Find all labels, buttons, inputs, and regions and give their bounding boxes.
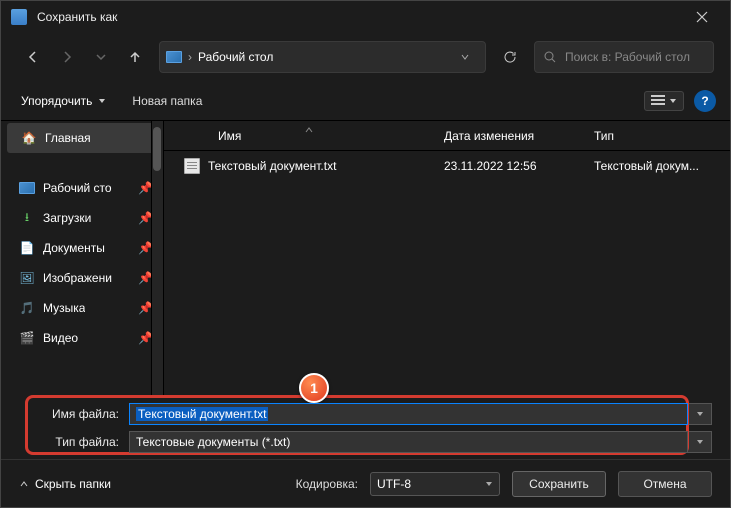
titlebar: Сохранить как [1,1,730,33]
forward-button[interactable] [51,41,83,73]
document-icon: 📄 [19,240,35,256]
sidebar-item-desktop[interactable]: Рабочий сто📌 [1,173,163,203]
filename-input[interactable]: Текстовый документ.txt [129,403,688,425]
chevron-down-icon [669,97,677,105]
view-button[interactable] [644,91,684,111]
search-input[interactable]: Поиск в: Рабочий стол [534,41,714,73]
sidebar-scrollbar[interactable] [151,121,163,397]
sidebar-item-documents[interactable]: 📄Документы📌 [1,233,163,263]
column-headers: Имя Дата изменения Тип [164,121,730,151]
bottom-panel: 1 Имя файла: Текстовый документ.txt Тип … [1,397,730,507]
content-area: 🏠 Главная Рабочий сто📌 ⭳Загрузки📌 📄Докум… [1,121,730,397]
music-icon: 🎵 [19,300,35,316]
file-list: Имя Дата изменения Тип Текстовый докумен… [164,121,730,397]
filename-label: Имя файла: [31,407,129,421]
close-button[interactable] [682,3,722,31]
sidebar-item-downloads[interactable]: ⭳Загрузки📌 [1,203,163,233]
column-name[interactable]: Имя [184,129,444,143]
column-type[interactable]: Тип [594,129,730,143]
list-icon [651,95,665,107]
path-segment[interactable]: Рабочий стол [198,50,273,64]
sidebar-item-pictures[interactable]: 🖼Изображени📌 [1,263,163,293]
new-folder-button[interactable]: Новая папка [126,90,208,112]
file-row[interactable]: Текстовый документ.txt 23.11.2022 12:56 … [164,151,730,181]
nav-row: › Рабочий стол Поиск в: Рабочий стол [1,33,730,81]
desktop-icon [166,51,182,63]
save-as-dialog: Сохранить как › Рабочий стол Поиск в: Ра… [0,0,731,508]
cancel-button[interactable]: Отмена [618,471,712,497]
sidebar-item-videos[interactable]: 🎬Видео📌 [1,323,163,353]
chevron-right-icon: › [188,50,192,64]
window-title: Сохранить как [37,10,117,24]
refresh-button[interactable] [494,41,526,73]
txt-file-icon [184,158,200,174]
recent-button[interactable] [85,41,117,73]
filetype-dropdown[interactable] [688,431,712,453]
column-date[interactable]: Дата изменения [444,129,594,143]
encoding-label: Кодировка: [296,477,358,491]
filename-dropdown[interactable] [688,403,712,425]
chevron-down-icon [485,480,493,488]
sidebar-item-music[interactable]: 🎵Музыка📌 [1,293,163,323]
search-icon [543,50,557,64]
help-button[interactable]: ? [694,90,716,112]
video-icon: 🎬 [19,330,35,346]
sort-icon [305,126,313,134]
search-placeholder: Поиск в: Рабочий стол [565,50,690,64]
encoding-select[interactable]: UTF-8 [370,472,500,496]
save-button[interactable]: Сохранить [512,471,606,497]
address-bar[interactable]: › Рабочий стол [159,41,486,73]
pictures-icon: 🖼 [19,270,35,286]
path-dropdown[interactable] [451,43,479,71]
home-icon: 🏠 [21,130,37,146]
chevron-up-icon [19,479,29,489]
toolbar: Упорядочить Новая папка ? [1,81,730,121]
annotation-badge: 1 [299,373,329,403]
filetype-label: Тип файла: [31,435,129,449]
up-button[interactable] [119,41,151,73]
download-icon: ⭳ [19,210,35,226]
back-button[interactable] [17,41,49,73]
notepad-icon [11,9,27,25]
hide-folders-button[interactable]: Скрыть папки [19,477,111,491]
sidebar-item-home[interactable]: 🏠 Главная [7,123,157,153]
sidebar: 🏠 Главная Рабочий сто📌 ⭳Загрузки📌 📄Докум… [1,121,164,397]
organize-button[interactable]: Упорядочить [15,90,112,112]
desktop-icon [19,182,35,194]
filetype-select[interactable]: Текстовые документы (*.txt) [129,431,688,453]
